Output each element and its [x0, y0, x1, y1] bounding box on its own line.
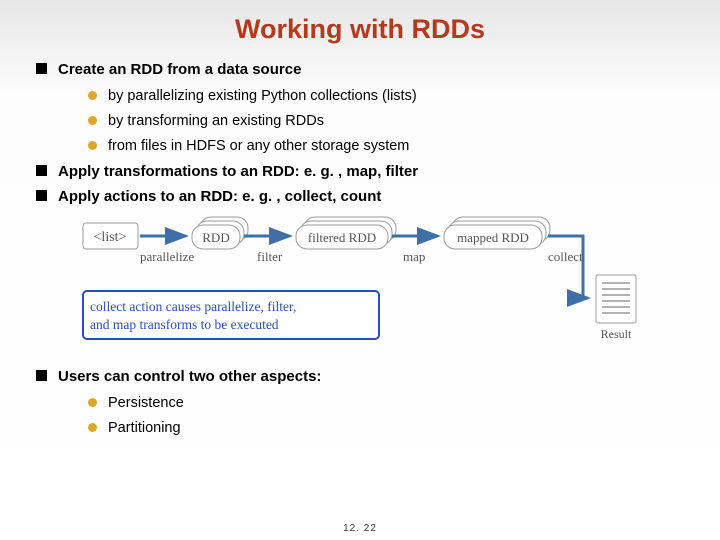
- result-icon: [596, 275, 636, 323]
- bullet-create-rdd: Create an RDD from a data source by para…: [36, 59, 690, 157]
- bullet-text: Users can control two other aspects:: [58, 368, 321, 385]
- caption-line2: and map transforms to be executed: [90, 317, 279, 332]
- sub-bullet-list: by parallelizing existing Python collect…: [58, 86, 690, 157]
- bullet-actions: Apply actions to an RDD: e. g. , collect…: [36, 186, 690, 207]
- edge-filter-label: filter: [257, 249, 283, 264]
- rdd-pipeline-diagram: <list> parallelize RDD filter filtered R…: [78, 213, 690, 363]
- edge-parallelize-label: parallelize: [140, 249, 194, 264]
- node-filtered-label: filtered RDD: [308, 230, 376, 245]
- slide: Working with RDDs Create an RDD from a d…: [0, 0, 720, 540]
- edge-map-label: map: [403, 249, 425, 264]
- diagram-svg: <list> parallelize RDD filter filtered R…: [78, 213, 648, 358]
- bullet-text: Apply transformations to an RDD: e. g. ,…: [58, 163, 418, 180]
- slide-title: Working with RDDs: [30, 14, 690, 45]
- bullet-user-control: Users can control two other aspects: Per…: [36, 366, 690, 439]
- sub-bullet-text: from files in HDFS or any other storage …: [108, 138, 409, 154]
- node-list-label: <list>: [94, 230, 127, 245]
- edge-collect-label: collect: [548, 249, 583, 264]
- bullet-list: Create an RDD from a data source by para…: [30, 59, 690, 207]
- sub-bullet: from files in HDFS or any other storage …: [88, 136, 690, 157]
- sub-bullet: by transforming an existing RDDs: [88, 111, 690, 132]
- node-mapped-label: mapped RDD: [457, 230, 529, 245]
- caption-line1: collect action causes parallelize, filte…: [90, 299, 296, 314]
- bullet-list-2: Users can control two other aspects: Per…: [30, 366, 690, 439]
- sub-bullet: by parallelizing existing Python collect…: [88, 86, 690, 107]
- page-number: 12. 22: [0, 523, 720, 534]
- sub-bullet-text: Partitioning: [108, 420, 181, 436]
- sub-bullet-list: Persistence Partitioning: [58, 393, 690, 439]
- bullet-transformations: Apply transformations to an RDD: e. g. ,…: [36, 161, 690, 182]
- sub-bullet-text: by transforming an existing RDDs: [108, 113, 324, 129]
- node-result-label: Result: [601, 327, 632, 341]
- node-rdd-label: RDD: [202, 230, 229, 245]
- sub-bullet: Persistence: [88, 393, 690, 414]
- bullet-text: Apply actions to an RDD: e. g. , collect…: [58, 188, 381, 205]
- sub-bullet-text: by parallelizing existing Python collect…: [108, 88, 417, 104]
- sub-bullet-text: Persistence: [108, 395, 184, 411]
- bullet-text: Create an RDD from a data source: [58, 61, 301, 78]
- sub-bullet: Partitioning: [88, 418, 690, 439]
